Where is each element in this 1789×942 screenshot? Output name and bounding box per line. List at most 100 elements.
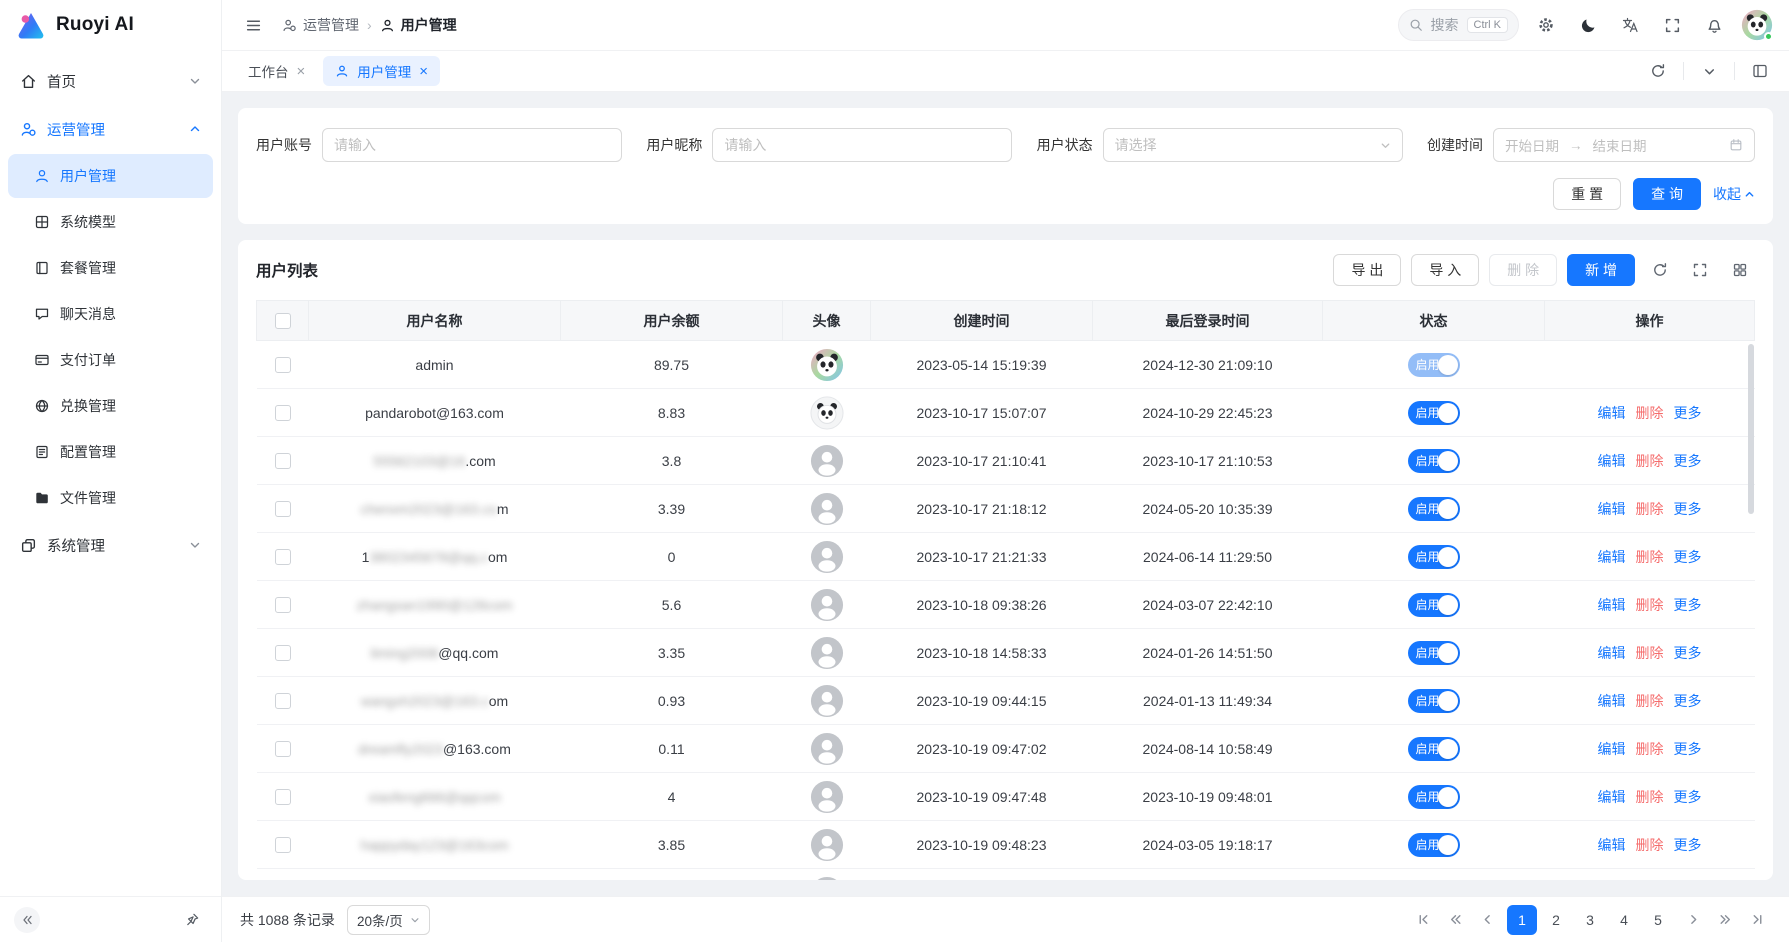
global-search[interactable]: 搜索 Ctrl K [1398,9,1520,41]
delete-link[interactable]: 删除 [1636,645,1664,661]
row-checkbox[interactable] [275,597,291,613]
sidebar-item-folder[interactable]: 文件管理 [8,476,213,520]
app-logo[interactable]: Ruoyi AI [0,0,221,50]
edit-link[interactable]: 编辑 [1598,453,1626,469]
page-button-2[interactable]: 2 [1541,905,1571,935]
row-checkbox[interactable] [275,645,291,661]
more-link[interactable]: 更多 [1674,597,1702,613]
table-scrollbar[interactable] [1747,344,1755,874]
delete-link[interactable]: 删除 [1636,501,1664,517]
delete-link[interactable]: 删除 [1636,549,1664,565]
more-link[interactable]: 更多 [1674,549,1702,565]
status-toggle[interactable]: 启用 [1408,497,1460,521]
status-toggle[interactable]: 启用 [1408,401,1460,425]
status-toggle[interactable]: 启用 [1408,641,1460,665]
status-toggle[interactable]: 启用 [1408,833,1460,857]
row-checkbox[interactable] [275,357,291,373]
sidebar-item-model[interactable]: 系统模型 [8,200,213,244]
edit-link[interactable]: 编辑 [1598,837,1626,853]
dark-mode-moon-icon[interactable] [1573,10,1603,40]
row-checkbox[interactable] [275,837,291,853]
add-button[interactable]: 新 增 [1567,254,1635,286]
tab-options-chevron-icon[interactable] [1694,56,1724,86]
row-checkbox[interactable] [275,549,291,565]
settings-gear-icon[interactable] [1531,10,1561,40]
jump-forward-button[interactable] [1711,906,1739,934]
sidebar-item-package[interactable]: 套餐管理 [8,246,213,290]
jump-back-button[interactable] [1441,906,1469,934]
column-settings-icon[interactable] [1725,255,1755,285]
sidebar-item-home[interactable]: 首页 [8,58,213,104]
sidebar-item-operations[interactable]: 运营管理 [8,106,213,152]
more-link[interactable]: 更多 [1674,405,1702,421]
page-size-select[interactable]: 20条/页 [347,905,430,935]
edit-link[interactable]: 编辑 [1598,741,1626,757]
row-checkbox[interactable] [275,741,291,757]
select-all-checkbox[interactable] [275,313,291,329]
status-toggle[interactable]: 启用 [1408,449,1460,473]
close-icon[interactable]: × [419,64,428,79]
edit-link[interactable]: 编辑 [1598,789,1626,805]
pin-icon[interactable] [177,905,207,935]
close-icon[interactable]: × [297,64,306,79]
last-page-button[interactable] [1743,906,1771,934]
row-checkbox[interactable] [275,405,291,421]
tab-user-management[interactable]: 用户管理 × [323,56,440,86]
page-button-4[interactable]: 4 [1609,905,1639,935]
user-avatar-menu[interactable] [1741,9,1773,41]
sidebar-item-pay[interactable]: 支付订单 [8,338,213,382]
sidebar-item-user[interactable]: 用户管理 [8,154,213,198]
delete-link[interactable]: 删除 [1636,693,1664,709]
edit-link[interactable]: 编辑 [1598,549,1626,565]
delete-link[interactable]: 删除 [1636,837,1664,853]
sidebar-item-config[interactable]: 配置管理 [8,430,213,474]
refresh-icon[interactable] [1643,56,1673,86]
status-toggle[interactable]: 启用 [1408,737,1460,761]
row-checkbox[interactable] [275,501,291,517]
page-button-1[interactable]: 1 [1507,905,1537,935]
delete-link[interactable]: 删除 [1636,789,1664,805]
layout-icon[interactable] [1745,56,1775,86]
delete-link[interactable]: 删除 [1636,405,1664,421]
more-link[interactable]: 更多 [1674,837,1702,853]
sidebar-item-system[interactable]: 系统管理 [8,522,213,568]
export-button[interactable]: 导 出 [1333,254,1401,286]
breadcrumb-page[interactable]: 用户管理 [380,15,457,35]
collapse-filter-link[interactable]: 收起 [1713,184,1755,204]
translate-icon[interactable] [1615,10,1645,40]
edit-link[interactable]: 编辑 [1598,645,1626,661]
sidebar-collapse-button[interactable] [14,907,40,933]
first-page-button[interactable] [1409,906,1437,934]
notifications-bell-icon[interactable] [1699,10,1729,40]
tab-workbench[interactable]: 工作台 × [236,56,317,86]
account-input[interactable] [322,128,622,162]
more-link[interactable]: 更多 [1674,453,1702,469]
reset-button[interactable]: 重 置 [1553,178,1621,210]
expand-icon[interactable] [1685,255,1715,285]
edit-link[interactable]: 编辑 [1598,597,1626,613]
delete-button[interactable]: 删 除 [1489,254,1557,286]
sidebar-item-exchange[interactable]: 兑换管理 [8,384,213,428]
more-link[interactable]: 更多 [1674,741,1702,757]
status-toggle[interactable]: 启用 [1408,785,1460,809]
delete-link[interactable]: 删除 [1636,453,1664,469]
refresh-icon[interactable] [1645,255,1675,285]
date-range-picker[interactable]: 开始日期 → 结束日期 [1493,128,1755,162]
more-link[interactable]: 更多 [1674,645,1702,661]
more-link[interactable]: 更多 [1674,789,1702,805]
nickname-input[interactable] [712,128,1012,162]
more-link[interactable]: 更多 [1674,693,1702,709]
search-button[interactable]: 查 询 [1633,178,1701,210]
delete-link[interactable]: 删除 [1636,597,1664,613]
breadcrumb-section[interactable]: 运营管理 [282,15,359,35]
import-button[interactable]: 导 入 [1411,254,1479,286]
status-select[interactable]: 请选择 [1103,128,1403,162]
page-button-5[interactable]: 5 [1643,905,1673,935]
next-page-button[interactable] [1679,906,1707,934]
status-toggle[interactable]: 启用 [1408,353,1460,377]
edit-link[interactable]: 编辑 [1598,405,1626,421]
hamburger-menu-icon[interactable] [238,10,268,40]
more-link[interactable]: 更多 [1674,501,1702,517]
prev-page-button[interactable] [1473,906,1501,934]
row-checkbox[interactable] [275,789,291,805]
